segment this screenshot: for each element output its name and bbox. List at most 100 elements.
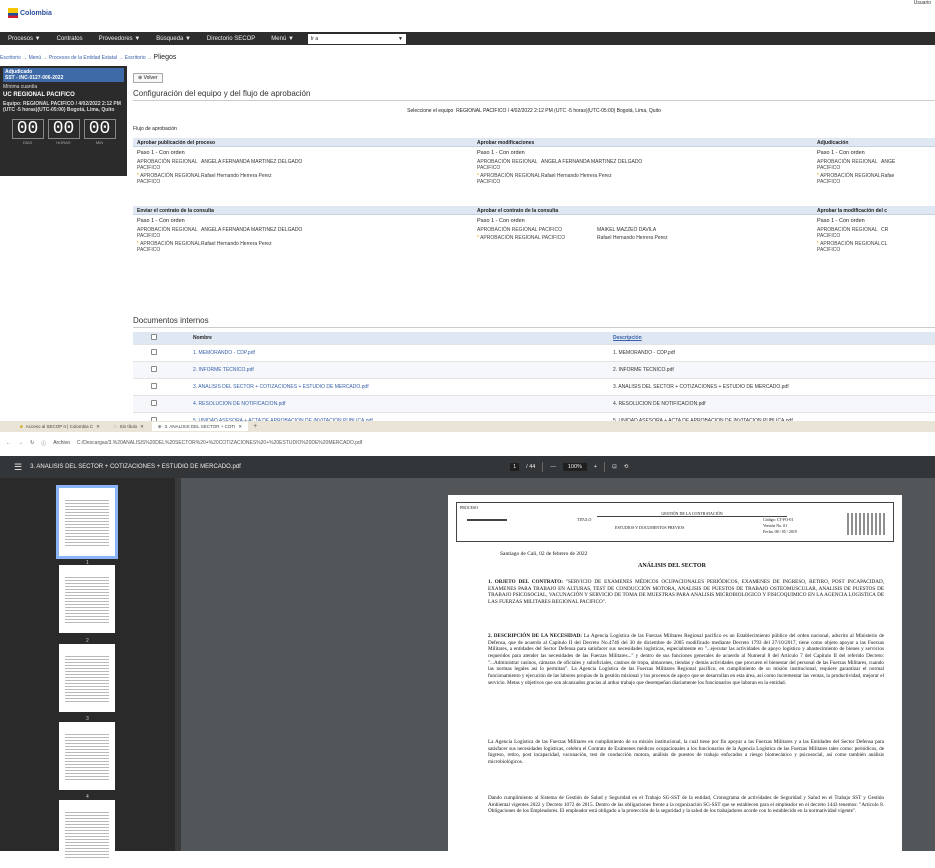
table-row: 3. ANALISIS DEL SECTOR + COTIZACIONES + … — [133, 379, 935, 396]
approver-row: APROBACIÓN REGIONAL PACIFICO ANGE — [813, 159, 935, 171]
section-title: Configuración del equipo y del flujo de … — [133, 89, 935, 101]
team-selector: Seleccione el equipo REGIONAL PACIFICO /… — [133, 108, 935, 114]
checkbox[interactable] — [151, 349, 157, 355]
approver-role: APROBACIÓN REGIONAL PACIFICO — [817, 227, 878, 239]
doc-name-link[interactable]: 4. RESOLUCION DE NOTIFICACION.pdf — [193, 401, 613, 407]
approver-name: Rafael Hernando Herrera Perez — [541, 173, 612, 179]
doc-name-link[interactable]: 1. MEMORANDO - CDP.pdf — [193, 350, 613, 356]
page-thumbnail[interactable] — [59, 800, 115, 868]
page-thumbnail[interactable] — [59, 565, 115, 633]
approver-name: Rafael Hernando Herrera Perez — [597, 235, 668, 241]
reload-icon[interactable]: ↻ — [30, 440, 34, 446]
close-icon[interactable]: ✕ — [96, 424, 100, 430]
approver-role: * APROBACIÓN REGIONAL PACIFICO — [817, 241, 881, 253]
approver-role: * APROBACIÓN REGIONAL PACIFICO — [137, 173, 201, 185]
approval-col-header: Aprobar el contrato de la consulta — [473, 206, 813, 215]
thumbnail-content — [65, 654, 109, 704]
approver-role: APROBACIÓN REGIONAL PACIFICO — [477, 227, 563, 233]
table-header: Nombre Descripción — [133, 332, 935, 345]
agency-emblem — [467, 519, 507, 535]
goto-select[interactable]: Ir a ▼ — [307, 33, 406, 44]
approval-col: Aprobar modificaciones Paso 1 - Con orde… — [473, 138, 813, 187]
back-arrow-icon[interactable]: ← — [6, 440, 11, 446]
approver-role: * APROBACIÓN REGIONAL PACIFICO — [477, 173, 541, 185]
colombia-logo[interactable]: Colombia — [8, 6, 52, 20]
checkbox[interactable] — [151, 334, 157, 340]
doc-description: 4. RESOLUCION DE NOTIFICACION.pdf — [613, 401, 706, 407]
approval-step: Paso 1 - Con orden — [477, 150, 525, 156]
close-icon[interactable]: ✕ — [140, 424, 144, 430]
nav-menu[interactable]: Menú ▼ — [263, 36, 302, 42]
approver-role-text: APROBACIÓN REGIONAL PACIFICO — [137, 173, 201, 185]
timer-minutes-label: MIN — [95, 140, 104, 146]
fit-page-icon[interactable]: ⊡ — [612, 464, 617, 470]
checkbox[interactable] — [151, 366, 157, 372]
doc-name-link[interactable]: 2. INFORME TECNICO.pdf — [193, 367, 613, 373]
internal-docs-table: Nombre Descripción 1. MEMORANDO - CDP.pd… — [133, 332, 935, 430]
nav-contratos[interactable]: Contratos — [49, 36, 91, 42]
browser-tab[interactable]: ■ Acceso al SECOP II | Colombia C ✕ — [14, 422, 106, 431]
col-desc-header[interactable]: Descripción — [613, 335, 935, 341]
nav-busqueda[interactable]: Búsqueda ▼ — [148, 36, 199, 42]
close-icon[interactable]: ✕ — [238, 424, 242, 430]
doc-proceso: PROCESO — [460, 505, 479, 510]
approval-col: Enviar el contrato de la consulta Paso 1… — [133, 206, 473, 255]
chevron-down-icon: ▼ — [397, 35, 403, 42]
user-menu[interactable]: Usuario — [914, 0, 931, 6]
browser-tab[interactable]: □ Sin título ✕ — [108, 422, 150, 431]
doc-name-link[interactable]: 3. ANALISIS DEL SECTOR + COTIZACIONES + … — [193, 384, 613, 390]
tab-title: Sin título — [119, 424, 138, 429]
tab-favicon-icon: □ — [113, 424, 117, 429]
back-icon: ⊕ — [138, 75, 143, 81]
doc-date-line: Santiago de Cali, 02 de febrero de 2022 — [500, 551, 588, 557]
nav-directorio[interactable]: Directorio SECOP — [199, 36, 263, 42]
approval-col-header: Adjudicación — [813, 138, 935, 147]
process-reference: SST - INC-0127-006-2022 — [5, 75, 64, 81]
nav-proveedores[interactable]: Proveedores ▼ — [91, 36, 149, 42]
nav-procesos[interactable]: Procesos ▼ — [0, 36, 49, 42]
approver-role: APROBACIÓN REGIONAL PACIFICO — [137, 227, 198, 239]
checkbox[interactable] — [151, 400, 157, 406]
timer-minutes: 00 MIN — [83, 119, 116, 146]
quality-seal — [847, 513, 887, 535]
page-thumbnail[interactable] — [56, 485, 118, 559]
status-badge: Adjudicado SST - INC-0127-006-2022 — [3, 68, 124, 82]
table-row: 2. INFORME TECNICO.pdf 2. INFORME TECNIC… — [133, 362, 935, 379]
page-number-input[interactable]: 1 — [510, 463, 520, 471]
doc-description: 2. INFORME TECNICO.pdf — [613, 367, 674, 373]
approver-role: * APROBACIÓN REGIONAL PACIFICO — [817, 173, 881, 185]
zoom-input[interactable]: 100% — [562, 463, 587, 471]
approver-name: Rafae — [881, 173, 895, 179]
zoom-in-icon[interactable]: + — [594, 464, 597, 470]
forward-arrow-icon[interactable]: → — [18, 440, 23, 446]
back-button-label: Volver — [143, 75, 158, 81]
doc-description: 3. ANALISIS DEL SECTOR + COTIZACIONES + … — [613, 384, 789, 390]
breadcrumb-path[interactable]: Escritorio → Menú → Procesos de la Entid… — [0, 55, 152, 61]
approver-row: APROBACIÓN REGIONAL PACIFICO ANGELA FERNA… — [133, 227, 473, 239]
approver-name: Rafael Hernando Herrera Perez — [201, 241, 272, 247]
team-value[interactable]: REGIONAL PACIFICO / 4/02/2022 2:12 PM (U… — [456, 108, 661, 114]
doc-paragraph: Dando cumplimiento al Sistema de Gestión… — [488, 795, 884, 815]
page-thumbnail[interactable] — [59, 644, 115, 712]
goto-select-value: Ir a — [310, 35, 319, 42]
approver-role-text: APROBACIÓN REGIONAL PACIFICO — [480, 235, 566, 241]
zoom-out-icon[interactable]: — — [550, 464, 556, 470]
timer-days: 00 DÍAS — [11, 119, 44, 145]
menu-icon[interactable]: ☰ — [14, 462, 22, 473]
col-name-header[interactable]: Nombre — [193, 335, 613, 341]
rotate-icon[interactable]: ⟲ — [624, 464, 629, 470]
url-input[interactable]: C:/Descargas/3.%20ANALISIS%20DEL%20SECTO… — [77, 440, 362, 446]
approval-step: Paso 1 - Con orden — [477, 218, 525, 224]
unit-name: UC REGIONAL PACIFICO — [3, 92, 75, 98]
new-tab-icon[interactable]: + — [253, 423, 257, 430]
info-icon: ⓘ — [41, 440, 47, 447]
back-button[interactable]: ⊕ Volver — [133, 73, 163, 83]
paragraph-label: 1. OBJETO DEL CONTRATO: — [488, 579, 563, 585]
doc-paragraph-objeto: 1. OBJETO DEL CONTRATO: "SERVICIO DE EXA… — [488, 579, 884, 606]
approver-role: * APROBACIÓN REGIONAL PACIFICO — [137, 241, 201, 253]
page-thumbnail[interactable] — [59, 722, 115, 790]
approver-name: ANGELA FERNANDA MARTINEZ DELGADO — [201, 159, 303, 165]
browser-tab-active[interactable]: ⊕ 3. ANALISIS DEL SECTOR + COTI ✕ — [151, 422, 249, 431]
checkbox[interactable] — [151, 383, 157, 389]
process-type: Mínima cuantía — [3, 84, 38, 90]
